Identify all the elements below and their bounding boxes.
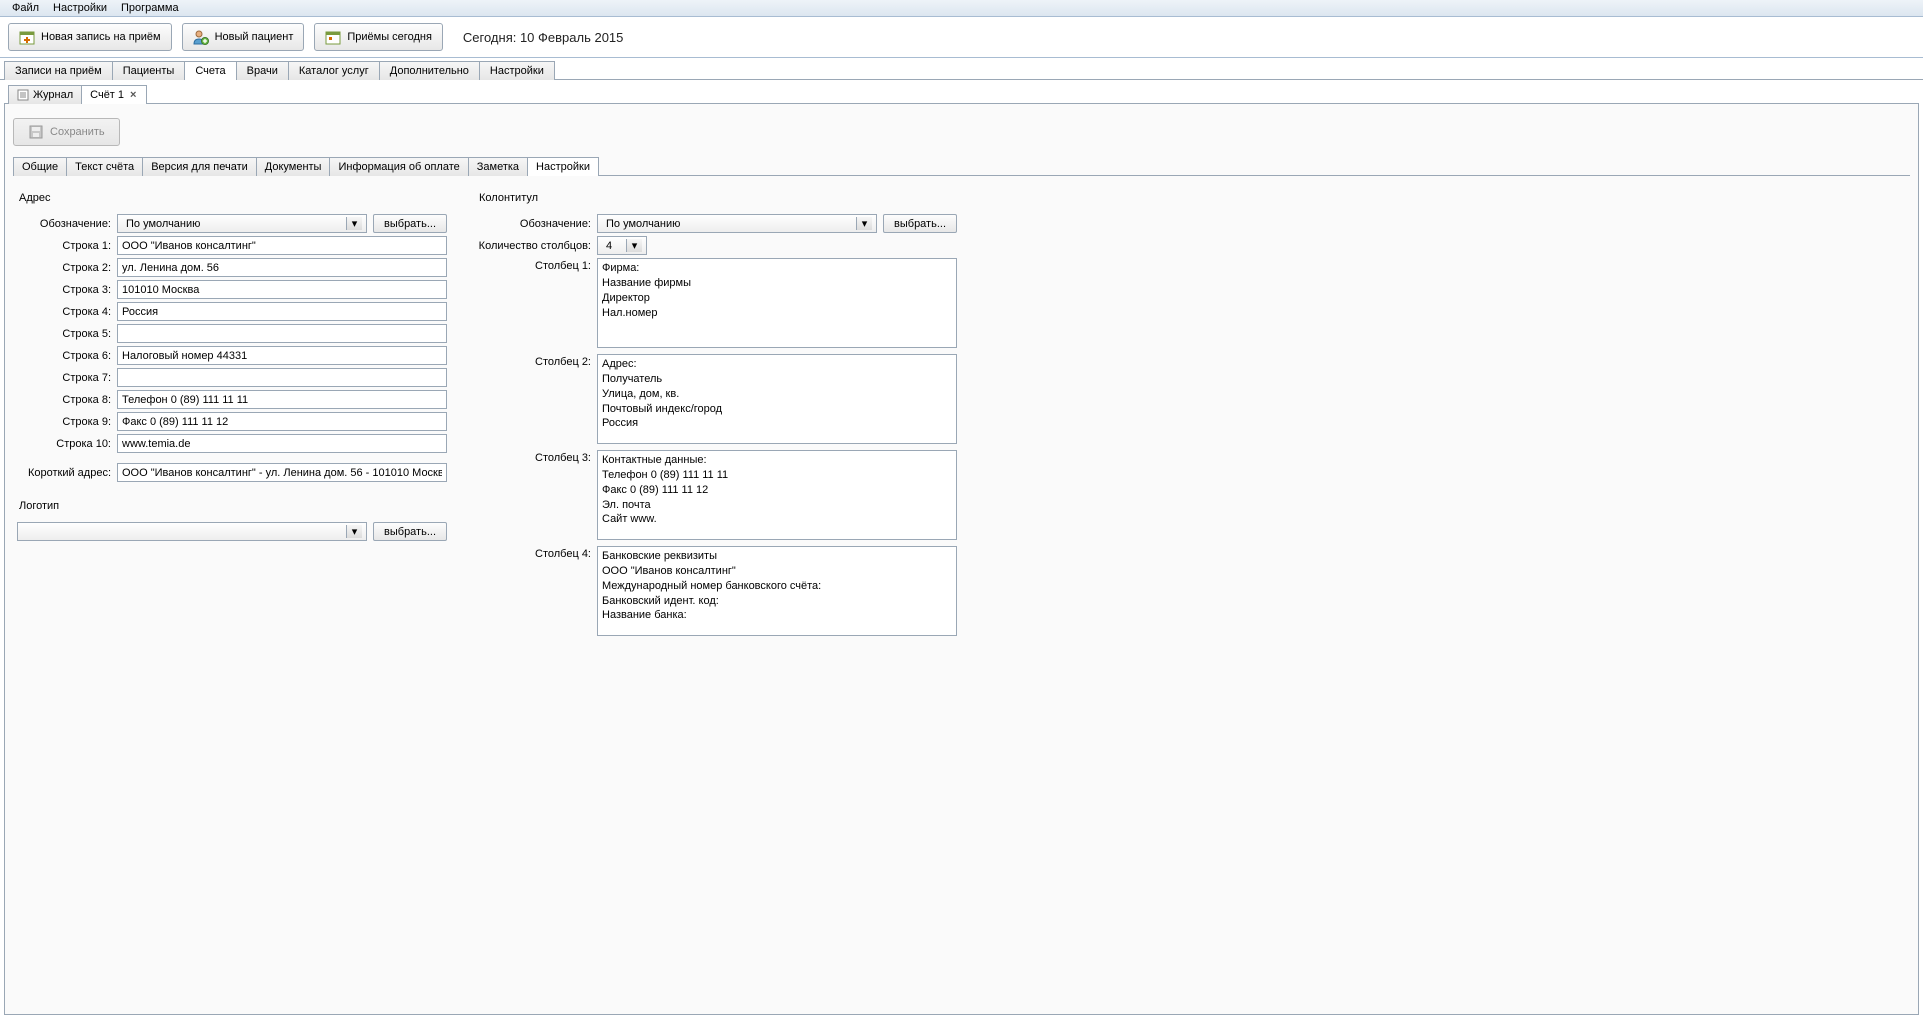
menu-settings[interactable]: Настройки bbox=[47, 1, 113, 15]
colontitle-group-title: Колонтитул bbox=[479, 192, 957, 204]
address-row3-input[interactable] bbox=[117, 280, 447, 299]
logo-group-title: Логотип bbox=[19, 500, 447, 512]
address-row8-input[interactable] bbox=[117, 390, 447, 409]
col3-label: Столбец 3: bbox=[477, 450, 597, 464]
toolbar: Новая запись на приём Новый пациент Приё… bbox=[0, 17, 1923, 58]
col2-label: Столбец 2: bbox=[477, 354, 597, 368]
col3-textarea[interactable] bbox=[597, 450, 957, 540]
row1-label: Строка 1: bbox=[17, 240, 117, 252]
journal-icon bbox=[17, 89, 29, 101]
dtab-print-version[interactable]: Версия для печати bbox=[142, 157, 257, 176]
row10-label: Строка 10: bbox=[17, 438, 117, 450]
row2-label: Строка 2: bbox=[17, 262, 117, 274]
today-appointments-label: Приёмы сегодня bbox=[347, 31, 432, 43]
col2-textarea[interactable] bbox=[597, 354, 957, 444]
chevron-down-icon: ▾ bbox=[346, 525, 362, 538]
chevron-down-icon: ▾ bbox=[626, 239, 642, 252]
colontitle-choose-button[interactable]: выбрать... bbox=[883, 214, 957, 233]
tab-additional[interactable]: Дополнительно bbox=[379, 61, 480, 80]
subtab-journal-label: Журнал bbox=[33, 89, 73, 101]
close-icon[interactable]: × bbox=[128, 89, 138, 101]
address-row7-input[interactable] bbox=[117, 368, 447, 387]
row9-label: Строка 9: bbox=[17, 416, 117, 428]
tab-appointments[interactable]: Записи на приём bbox=[4, 61, 113, 80]
address-row4-input[interactable] bbox=[117, 302, 447, 321]
document-tabs: Журнал Счёт 1 × bbox=[4, 84, 1919, 104]
calendar-plus-icon bbox=[19, 29, 35, 45]
menu-file[interactable]: Файл bbox=[6, 1, 45, 15]
today-date-label: Сегодня: 10 Февраль 2015 bbox=[463, 30, 624, 45]
col4-textarea[interactable] bbox=[597, 546, 957, 636]
dtab-documents[interactable]: Документы bbox=[256, 157, 331, 176]
save-button[interactable]: Сохранить bbox=[13, 118, 120, 146]
new-patient-button[interactable]: Новый пациент bbox=[182, 23, 305, 51]
cols-count-label: Количество столбцов: bbox=[477, 240, 597, 252]
address-row1-input[interactable] bbox=[117, 236, 447, 255]
row5-label: Строка 5: bbox=[17, 328, 117, 340]
colontitle-designation-label: Обозначение: bbox=[477, 218, 597, 230]
dtab-general[interactable]: Общие bbox=[13, 157, 67, 176]
row6-label: Строка 6: bbox=[17, 350, 117, 362]
today-appointments-button[interactable]: Приёмы сегодня bbox=[314, 23, 443, 51]
col1-textarea[interactable] bbox=[597, 258, 957, 348]
address-row5-input[interactable] bbox=[117, 324, 447, 343]
address-group-title: Адрес bbox=[19, 192, 447, 204]
row3-label: Строка 3: bbox=[17, 284, 117, 296]
main-tabs: Записи на приём Пациенты Счета Врачи Кат… bbox=[0, 60, 1923, 80]
col1-label: Столбец 1: bbox=[477, 258, 597, 272]
address-designation-value: По умолчанию bbox=[122, 218, 204, 230]
tab-settings[interactable]: Настройки bbox=[479, 61, 555, 80]
address-choose-button[interactable]: выбрать... bbox=[373, 214, 447, 233]
dtab-note[interactable]: Заметка bbox=[468, 157, 528, 176]
colontitle-designation-value: По умолчанию bbox=[602, 218, 684, 230]
new-appointment-button[interactable]: Новая запись на приём bbox=[8, 23, 172, 51]
subtab-journal[interactable]: Журнал bbox=[8, 85, 82, 104]
tab-doctors[interactable]: Врачи bbox=[236, 61, 289, 80]
subtab-invoice-1[interactable]: Счёт 1 × bbox=[81, 85, 147, 104]
tab-invoices[interactable]: Счета bbox=[184, 61, 236, 80]
new-appointment-label: Новая запись на приём bbox=[41, 31, 161, 43]
address-row2-input[interactable] bbox=[117, 258, 447, 277]
chevron-down-icon: ▾ bbox=[856, 217, 872, 230]
address-designation-label: Обозначение: bbox=[17, 218, 117, 230]
user-plus-icon bbox=[193, 29, 209, 45]
chevron-down-icon: ▾ bbox=[346, 217, 362, 230]
address-row6-input[interactable] bbox=[117, 346, 447, 365]
logo-combo[interactable]: ▾ bbox=[17, 522, 367, 541]
row8-label: Строка 8: bbox=[17, 394, 117, 406]
detail-tabs: Общие Текст счёта Версия для печати Доку… bbox=[13, 156, 1910, 176]
colontitle-designation-combo[interactable]: По умолчанию ▾ bbox=[597, 214, 877, 233]
new-patient-label: Новый пациент bbox=[215, 31, 294, 43]
menubar: Файл Настройки Программа bbox=[0, 0, 1923, 17]
tab-service-catalog[interactable]: Каталог услуг bbox=[288, 61, 380, 80]
address-row9-input[interactable] bbox=[117, 412, 447, 431]
logo-choose-button[interactable]: выбрать... bbox=[373, 522, 447, 541]
menu-program[interactable]: Программа bbox=[115, 1, 185, 15]
short-address-label: Короткий адрес: bbox=[17, 467, 117, 479]
tab-patients[interactable]: Пациенты bbox=[112, 61, 186, 80]
col4-label: Столбец 4: bbox=[477, 546, 597, 560]
short-address-input[interactable] bbox=[117, 463, 447, 482]
cols-count-value: 4 bbox=[602, 240, 626, 252]
save-label: Сохранить bbox=[50, 126, 105, 138]
content-panel: Сохранить Общие Текст счёта Версия для п… bbox=[4, 104, 1919, 1015]
row7-label: Строка 7: bbox=[17, 372, 117, 384]
dtab-invoice-text[interactable]: Текст счёта bbox=[66, 157, 143, 176]
row4-label: Строка 4: bbox=[17, 306, 117, 318]
calendar-today-icon bbox=[325, 29, 341, 45]
address-row10-input[interactable] bbox=[117, 434, 447, 453]
cols-count-combo[interactable]: 4 ▾ bbox=[597, 236, 647, 255]
save-icon bbox=[28, 124, 44, 140]
dtab-settings[interactable]: Настройки bbox=[527, 157, 599, 176]
subtab-invoice-1-label: Счёт 1 bbox=[90, 89, 124, 101]
dtab-payment-info[interactable]: Информация об оплате bbox=[329, 157, 468, 176]
address-designation-combo[interactable]: По умолчанию ▾ bbox=[117, 214, 367, 233]
